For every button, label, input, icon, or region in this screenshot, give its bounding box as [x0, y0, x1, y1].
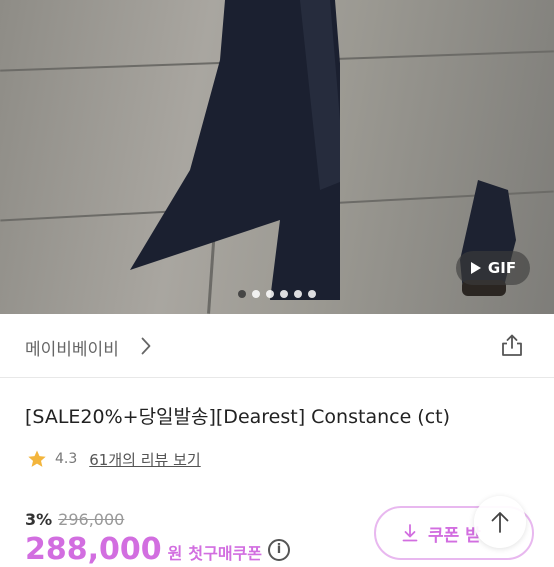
carousel-dot[interactable] — [238, 290, 246, 298]
sale-price: 288,000 — [25, 532, 162, 567]
rating-value: 4.3 — [55, 451, 78, 467]
product-photo-coat — [130, 0, 340, 300]
reviews-link[interactable]: 61개의 리뷰 보기 — [89, 449, 200, 470]
carousel-dot[interactable] — [294, 290, 302, 298]
star-icon — [28, 450, 46, 467]
discount-row: 3% 296,000 — [25, 510, 124, 529]
gif-play-button[interactable]: GIF — [456, 251, 530, 285]
carousel-dot[interactable] — [308, 290, 316, 298]
currency-label: 원 — [167, 544, 183, 563]
download-icon — [402, 524, 418, 542]
product-image-carousel[interactable]: GIF — [0, 0, 554, 314]
discount-percent: 3% — [25, 510, 53, 529]
arrow-up-icon — [491, 512, 509, 533]
carousel-dot[interactable] — [266, 290, 274, 298]
first-purchase-coupon-label: 첫구매쿠폰 — [188, 544, 262, 563]
info-icon[interactable]: i — [267, 538, 290, 561]
shop-name[interactable]: 메이비베이비 — [25, 335, 119, 360]
scroll-to-top-button[interactable] — [474, 496, 526, 548]
chevron-right-icon — [141, 337, 151, 355]
rating-row: 4.3 61개의 리뷰 보기 — [27, 448, 201, 470]
price-row: 288,000 원 첫구매쿠폰 i — [25, 532, 290, 567]
share-icon[interactable] — [500, 333, 524, 357]
play-icon — [470, 262, 481, 274]
coupon-button-label: 쿠폰 받 — [428, 525, 481, 546]
gif-label: GIF — [487, 259, 517, 277]
product-title: [SALE20%+당일발송][Dearest] Constance (ct) — [25, 406, 451, 428]
carousel-dot[interactable] — [252, 290, 260, 298]
carousel-dot[interactable] — [280, 290, 288, 298]
shop-link-row[interactable]: 메이비베이비 — [0, 315, 554, 378]
carousel-indicator — [0, 290, 554, 298]
original-price: 296,000 — [58, 510, 125, 529]
